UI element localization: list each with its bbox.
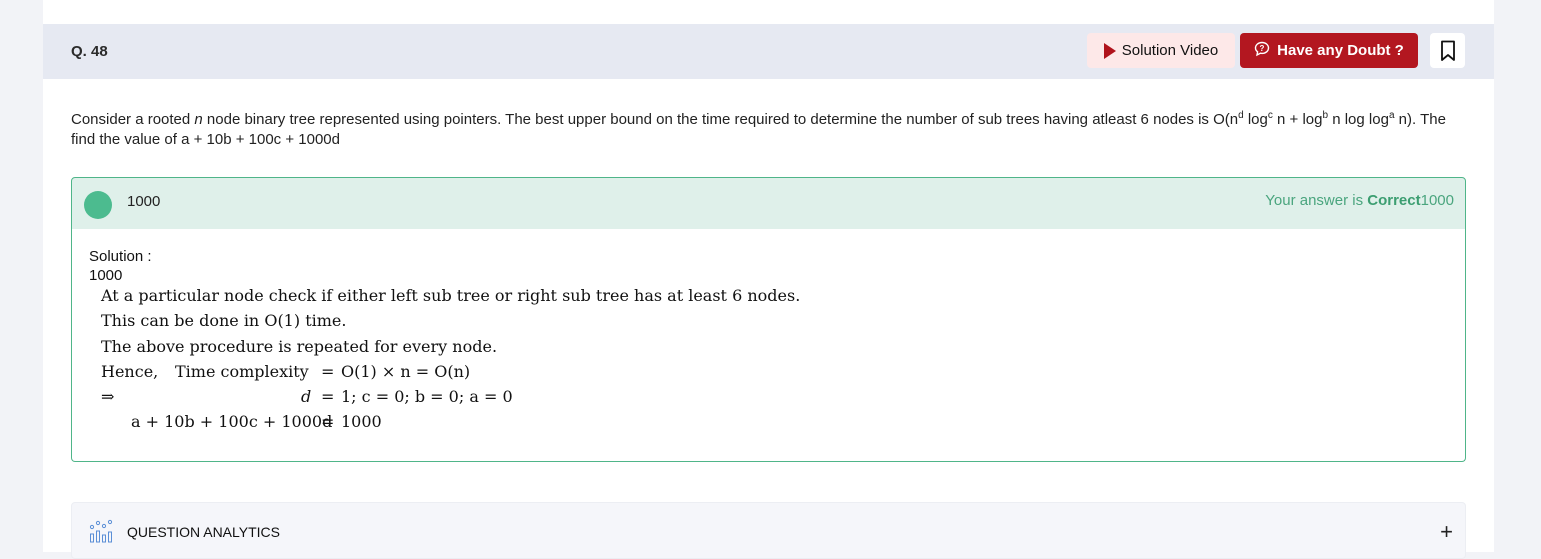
- solution-box: Solution : 1000 At a particular node che…: [71, 229, 1466, 462]
- question-text: Consider a rooted n node binary tree rep…: [71, 110, 1446, 149]
- question-header: Q. 48 Solution Video ? Have any Doubt ?: [43, 24, 1494, 79]
- have-doubt-label: Have any Doubt ?: [1277, 42, 1404, 59]
- solution-line: a + 10b + 100c + 1000d: [131, 412, 333, 431]
- solution-video-button[interactable]: Solution Video: [1087, 33, 1235, 68]
- solution-line: =: [321, 412, 335, 431]
- solution-line: The above procedure is repeated for ever…: [101, 337, 498, 356]
- question-card: Q. 48 Solution Video ? Have any Doubt ? …: [43, 0, 1494, 559]
- bookmark-button[interactable]: [1430, 33, 1465, 68]
- chat-bubble-icon: ?: [1254, 41, 1270, 61]
- answer-box: 1000 Your answer is Correct1000: [71, 177, 1466, 231]
- svg-text:?: ?: [1260, 44, 1265, 53]
- solution-line: Time complexity: [175, 362, 309, 381]
- solution-line: Hence,: [101, 362, 159, 381]
- have-doubt-button[interactable]: ? Have any Doubt ?: [1240, 33, 1418, 68]
- solution-line: =: [321, 387, 335, 406]
- solution-label: Solution :: [89, 248, 152, 265]
- question-number: Q. 48: [71, 43, 108, 60]
- solution-answer: 1000: [89, 267, 123, 284]
- analytics-chart-icon: [89, 519, 113, 548]
- answer-value: 1000: [127, 193, 161, 210]
- question-analytics-panel[interactable]: QUESTION ANALYTICS +: [71, 502, 1466, 559]
- solution-line: d: [301, 387, 312, 406]
- solution-video-label: Solution Video: [1121, 42, 1219, 59]
- analytics-label: QUESTION ANALYTICS: [127, 524, 280, 540]
- expand-plus-icon[interactable]: +: [1440, 519, 1453, 545]
- solution-line: At a particular node check if either lef…: [101, 286, 801, 305]
- implies-icon: ⇒: [101, 387, 115, 406]
- solution-line: This can be done in O(1) time.: [101, 311, 347, 330]
- solution-line: =: [321, 362, 335, 381]
- play-icon: [1103, 42, 1116, 59]
- solution-line: 1000: [341, 412, 382, 431]
- solution-line: O(1) × n = O(n): [341, 362, 471, 381]
- correct-indicator-icon: [84, 191, 112, 219]
- answer-status: Your answer is Correct1000: [1265, 192, 1454, 209]
- solution-line: 1; c = 0; b = 0; a = 0: [341, 387, 513, 406]
- bookmark-icon: [1440, 40, 1455, 61]
